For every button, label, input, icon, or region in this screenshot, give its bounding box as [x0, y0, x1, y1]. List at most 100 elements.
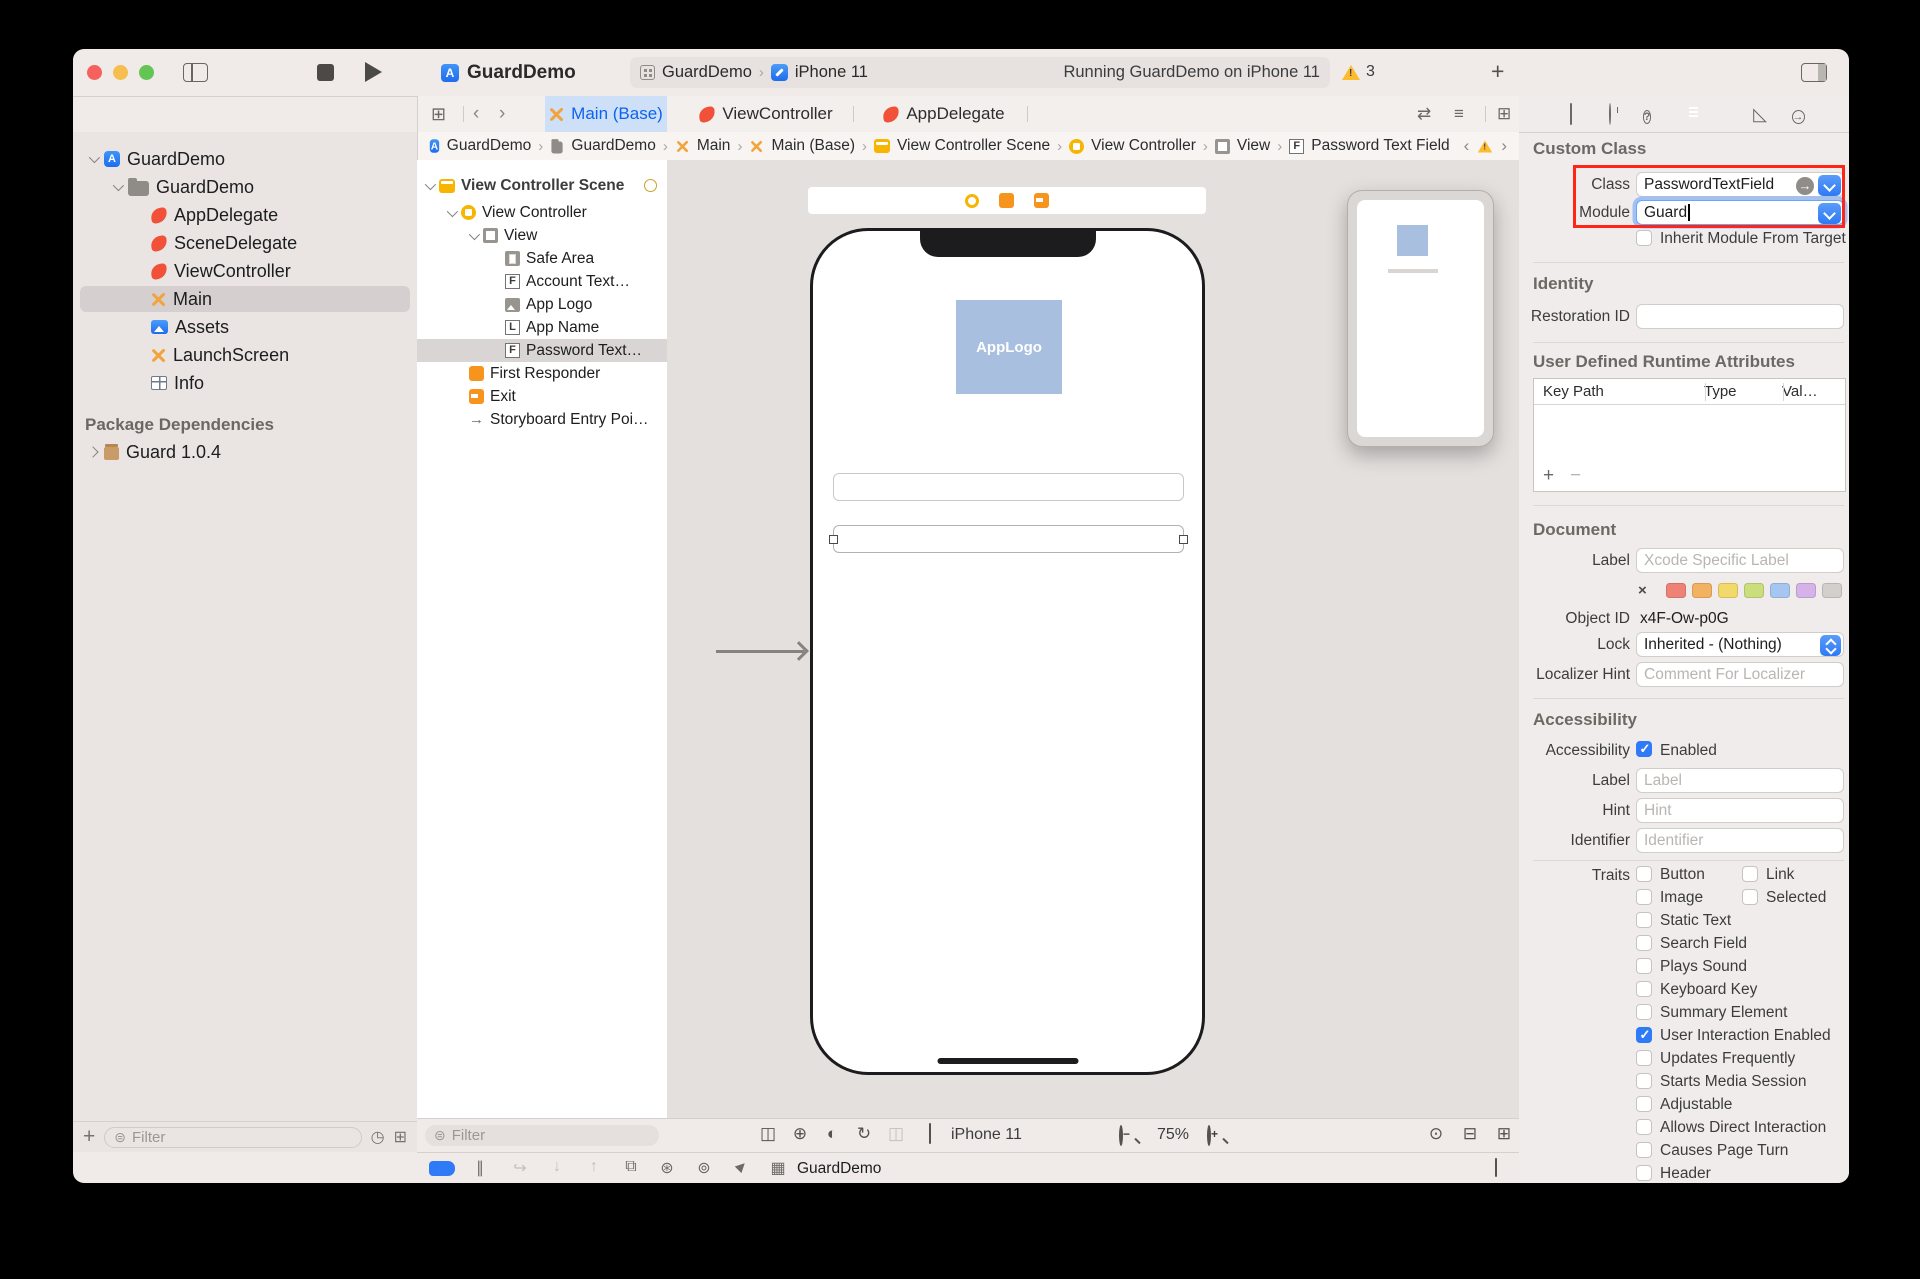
trait-checkbox[interactable] — [1636, 1004, 1652, 1020]
iphone-device-frame[interactable]: AppLogo — [810, 228, 1205, 1075]
environment-overrides-icon[interactable]: ⊚ — [691, 1158, 717, 1178]
trait-checkbox[interactable] — [1636, 912, 1652, 928]
outline-row-account-textfield[interactable]: F Account Text… — [417, 270, 667, 293]
column-key-path[interactable]: Key Path — [1534, 383, 1704, 400]
trait-checkbox[interactable] — [1636, 935, 1652, 951]
jump-to-class-icon[interactable]: → — [1796, 177, 1814, 195]
close-window-button[interactable] — [87, 65, 102, 80]
next-issue-icon[interactable]: › — [1501, 136, 1507, 156]
runtime-attributes-table[interactable]: Key Path Type Val… + − — [1533, 378, 1846, 492]
outline-row-exit[interactable]: Exit — [417, 385, 667, 408]
breadcrumb[interactable]: View Controller Scene — [897, 137, 1050, 155]
lock-stepper-icon[interactable] — [1820, 635, 1841, 656]
breadcrumb[interactable]: GuardDemo — [447, 137, 531, 155]
disclosure-icon[interactable] — [87, 446, 98, 457]
minimize-window-button[interactable] — [113, 65, 128, 80]
storyboard-canvas[interactable]: AppLogo — [667, 160, 1519, 1118]
view-debugger-icon[interactable]: ⧉ — [618, 1158, 644, 1176]
color-swatch-green[interactable] — [1744, 583, 1764, 598]
stop-button[interactable] — [317, 64, 334, 81]
outline-filter-field[interactable]: ⊜ Filter — [425, 1125, 659, 1146]
toggle-navigator-icon[interactable] — [183, 63, 208, 82]
warning-count[interactable]: 3 — [1366, 63, 1375, 81]
toggle-outline-icon[interactable]: ◫ — [755, 1124, 781, 1144]
doc-label-field[interactable]: Xcode Specific Label — [1636, 548, 1844, 573]
editor-options-icon[interactable]: ≡ — [1454, 104, 1464, 124]
split-view-icon[interactable]: ◫ — [883, 1124, 909, 1144]
device-icon[interactable] — [917, 1124, 943, 1144]
zoom-in-icon[interactable]: + — [1207, 1127, 1211, 1145]
add-file-icon[interactable] — [83, 1125, 95, 1149]
orientation-icon[interactable]: ↻ — [851, 1124, 877, 1144]
add-tab-button[interactable] — [1491, 58, 1504, 85]
acc-identifier-field[interactable]: Identifier — [1636, 828, 1844, 853]
add-constraints-icon[interactable]: ⊞ — [1491, 1124, 1517, 1144]
device-minimap[interactable] — [1347, 190, 1494, 447]
scheme-device[interactable]: iPhone 11 — [795, 63, 868, 82]
localizer-hint-field[interactable]: Comment For Localizer — [1636, 662, 1844, 687]
go-forward-icon[interactable]: › — [499, 103, 505, 125]
appearance-icon[interactable]: ◐ — [819, 1124, 845, 1144]
trait-checkbox[interactable] — [1636, 866, 1652, 882]
scm-status-filter-icon[interactable]: ⊞ — [394, 1127, 407, 1147]
exit-dock-icon[interactable] — [1034, 193, 1049, 208]
device-label[interactable]: iPhone 11 — [951, 1126, 1022, 1144]
nav-row-group[interactable]: GuardDemo — [73, 173, 417, 201]
outline-row-scene[interactable]: View Controller Scene — [417, 174, 667, 197]
zoom-window-button[interactable] — [139, 65, 154, 80]
column-type[interactable]: Type — [1704, 383, 1782, 400]
recent-files-icon[interactable]: ◷ — [371, 1127, 385, 1147]
color-swatch-blue[interactable] — [1770, 583, 1790, 598]
disclosure-icon[interactable] — [89, 152, 100, 163]
module-dropdown-icon[interactable] — [1818, 203, 1841, 224]
trait-checkbox[interactable] — [1636, 1096, 1652, 1112]
warning-icon[interactable] — [1342, 65, 1360, 80]
help-inspector-icon[interactable]: ? — [1634, 103, 1660, 125]
nav-row-scenedelegate[interactable]: SceneDelegate — [73, 229, 417, 257]
trait-checkbox[interactable] — [1636, 1165, 1652, 1181]
module-field[interactable]: Guard — [1636, 200, 1844, 225]
view-controller-dock-icon[interactable] — [965, 194, 979, 208]
trait-checkbox[interactable] — [1742, 889, 1758, 905]
trait-checkbox[interactable] — [1636, 1050, 1652, 1066]
nav-row-assets[interactable]: Assets — [73, 313, 417, 341]
color-swatch-red[interactable] — [1666, 583, 1686, 598]
app-logo-image-view[interactable]: AppLogo — [956, 300, 1062, 394]
device-bezel-icon[interactable] — [1495, 1159, 1497, 1177]
class-field[interactable]: PasswordTextField → — [1636, 172, 1844, 197]
size-inspector-icon[interactable]: ◺ — [1747, 103, 1773, 125]
outline-row-applogo[interactable]: App Logo — [417, 293, 667, 316]
step-over-icon[interactable]: ↪ — [507, 1158, 533, 1178]
tab-viewcontroller[interactable]: ViewController — [686, 96, 846, 132]
color-swatch-gray[interactable] — [1822, 583, 1842, 598]
breadcrumb[interactable]: View Controller — [1091, 137, 1196, 155]
simulate-location-icon[interactable]: ▲ — [728, 1158, 754, 1176]
lock-dropdown[interactable]: Inherited - (Nothing) — [1636, 632, 1844, 657]
trait-checkbox[interactable] — [1636, 1119, 1652, 1135]
outline-row-password-textfield[interactable]: F Password Text… — [417, 339, 667, 362]
toggle-inspector-icon[interactable] — [1801, 63, 1827, 82]
trait-checkbox[interactable] — [1742, 866, 1758, 882]
swap-editor-icon[interactable]: ⇄ — [1417, 104, 1431, 124]
identity-inspector-icon-selected[interactable] — [1672, 103, 1698, 125]
restoration-id-field[interactable] — [1636, 304, 1844, 329]
disclosure-icon[interactable] — [425, 178, 436, 189]
update-frames-icon[interactable]: ⊙ — [1423, 1124, 1449, 1144]
inherit-module-checkbox[interactable] — [1636, 230, 1652, 246]
resize-handle-left[interactable] — [829, 535, 838, 544]
step-into-icon[interactable]: ↓ — [544, 1158, 570, 1176]
acc-label-field[interactable]: Label — [1636, 768, 1844, 793]
nav-row-project[interactable]: A GuardDemo — [73, 145, 417, 173]
process-name[interactable]: GuardDemo — [797, 1160, 881, 1178]
history-inspector-icon[interactable] — [1597, 103, 1623, 125]
outline-row-viewcontroller[interactable]: View Controller — [417, 201, 667, 224]
outline-row-first-responder[interactable]: First Responder — [417, 362, 667, 385]
breadcrumb[interactable]: Main — [697, 137, 731, 155]
add-editor-icon[interactable]: ⊞ — [1497, 104, 1511, 124]
issue-warning-icon[interactable] — [1478, 140, 1492, 152]
zoom-out-icon[interactable]: − — [1119, 1127, 1123, 1145]
connections-inspector-icon[interactable]: → — [1785, 103, 1811, 125]
file-inspector-icon[interactable] — [1558, 103, 1584, 125]
clear-color-icon[interactable]: × — [1638, 582, 1647, 599]
go-back-icon[interactable]: ‹ — [473, 103, 479, 125]
